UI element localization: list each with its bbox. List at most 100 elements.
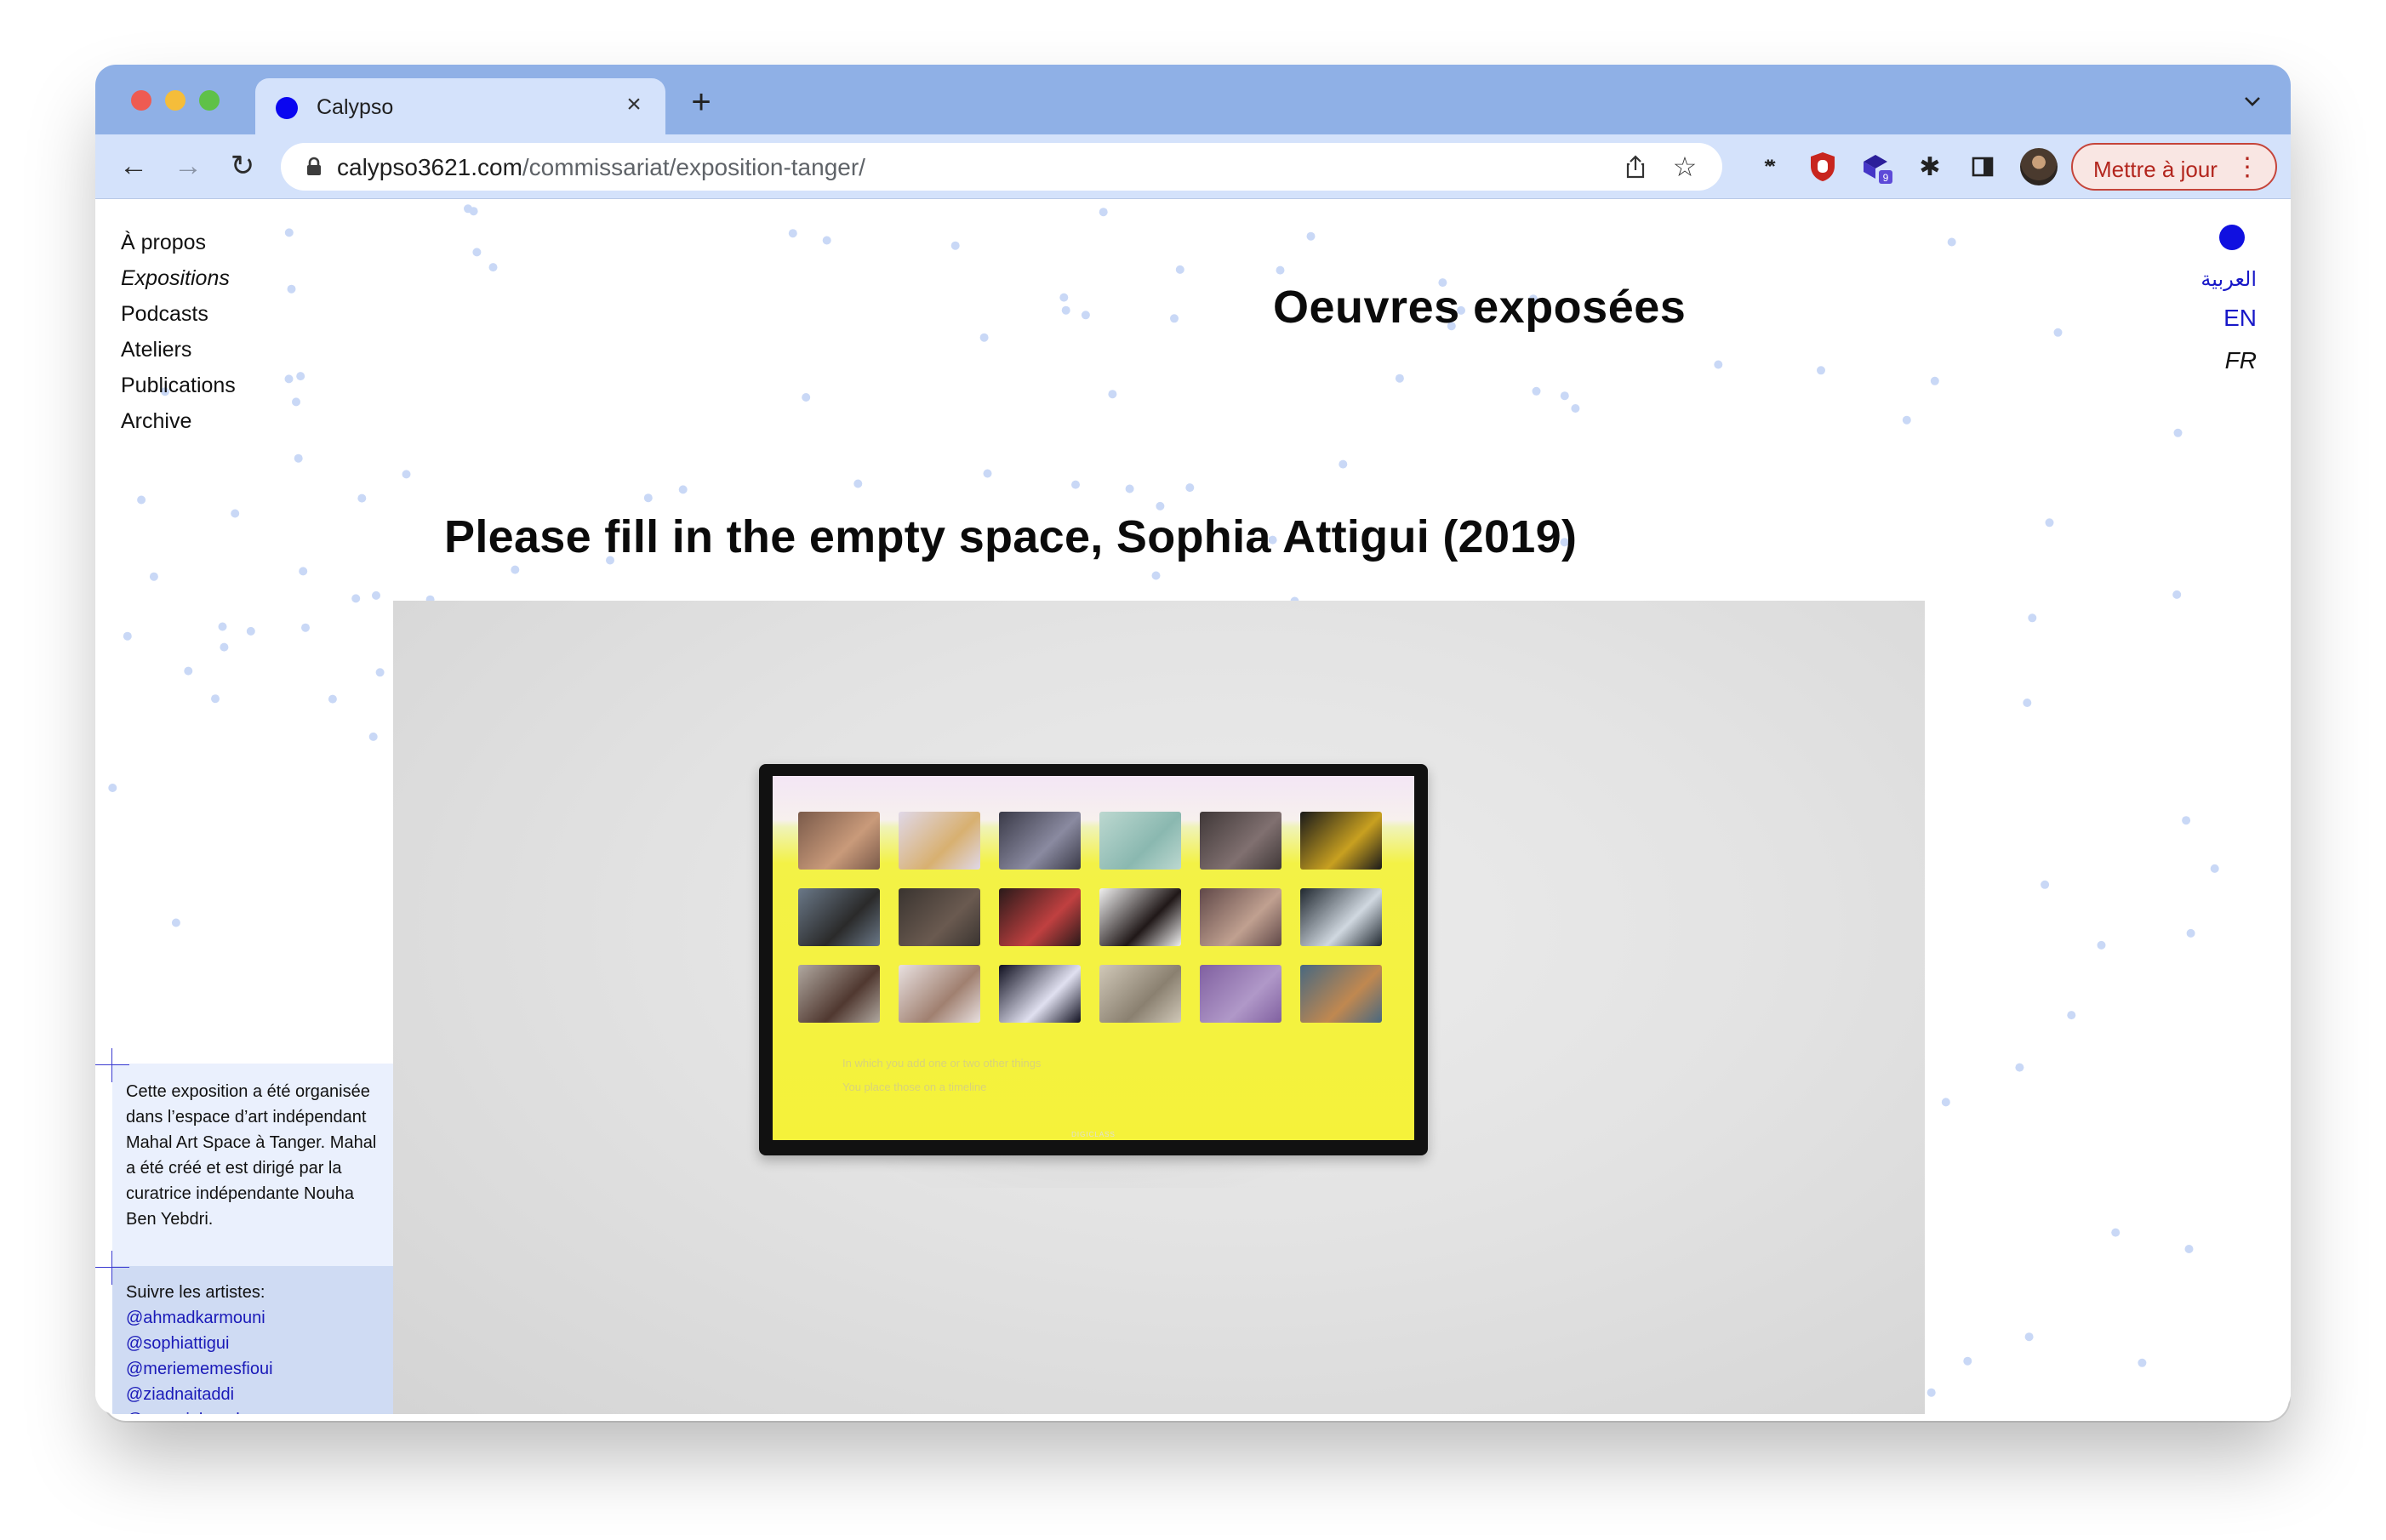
video-thumbnail-grid bbox=[798, 812, 1382, 1023]
artist-link[interactable]: @ahmadkarmouni bbox=[126, 1305, 380, 1331]
video-thumbnail bbox=[1200, 888, 1281, 946]
background-dot bbox=[2041, 880, 2050, 889]
back-button[interactable]: ← bbox=[114, 146, 153, 185]
tab-calypso[interactable]: Calypso × bbox=[255, 78, 665, 134]
nav-item-ateliers[interactable]: Ateliers bbox=[121, 332, 236, 368]
url-text[interactable]: calypso3621.com/commissariat/exposition-… bbox=[337, 154, 865, 181]
background-dot bbox=[979, 333, 989, 342]
background-dot bbox=[402, 470, 411, 479]
video-thumbnail bbox=[1099, 812, 1181, 870]
background-dot bbox=[983, 469, 992, 478]
ublock-icon[interactable] bbox=[1804, 148, 1841, 185]
artist-link[interactable]: @meriememesfioui bbox=[126, 1356, 380, 1382]
artist-link[interactable]: @sophiattigui bbox=[126, 1331, 380, 1356]
background-dot bbox=[1902, 415, 1911, 425]
share-icon[interactable] bbox=[1622, 153, 1649, 180]
background-dot bbox=[246, 626, 255, 636]
nav-item-publications[interactable]: Publications bbox=[121, 368, 236, 403]
background-dot bbox=[822, 236, 831, 245]
address-bar[interactable]: calypso3621.com/commissariat/exposition-… bbox=[281, 143, 1722, 191]
video-thumbnail bbox=[899, 965, 980, 1023]
forward-button[interactable]: → bbox=[168, 146, 208, 185]
star-icon[interactable]: ☆ bbox=[1670, 151, 1700, 182]
tv-screen: In which you add one or two other things… bbox=[773, 776, 1414, 1140]
minimize-window-button[interactable] bbox=[165, 90, 186, 111]
background-dot bbox=[469, 207, 478, 216]
background-dot bbox=[287, 284, 296, 294]
background-dot bbox=[2173, 428, 2183, 437]
background-dot bbox=[375, 668, 385, 677]
extension-icon[interactable]: 9 bbox=[1858, 148, 1896, 185]
background-dot bbox=[1276, 265, 1285, 275]
browser-window: Calypso × + ← → ↻ calypso3621.com/commis… bbox=[95, 65, 2291, 1414]
background-dot bbox=[1061, 305, 1070, 315]
lang-french[interactable]: FR bbox=[2225, 347, 2257, 374]
video-thumbnail bbox=[1300, 965, 1382, 1023]
zoom-window-button[interactable] bbox=[199, 90, 220, 111]
background-dot bbox=[211, 694, 220, 704]
background-dot bbox=[2138, 1358, 2147, 1367]
background-dot bbox=[1156, 501, 1165, 510]
background-dot bbox=[149, 572, 158, 581]
background-dot bbox=[1185, 483, 1195, 493]
work-title: Please fill in the empty space, Sophia A… bbox=[444, 511, 1578, 562]
lock-icon bbox=[307, 157, 321, 175]
background-dot bbox=[1926, 1388, 1936, 1397]
background-dot bbox=[1099, 208, 1108, 217]
stars-extension-icon[interactable]: ** bbox=[1750, 148, 1787, 185]
puzzle-icon[interactable]: ✱ bbox=[1911, 148, 1949, 185]
video-thumbnail bbox=[999, 888, 1081, 946]
background-dot bbox=[488, 263, 498, 272]
background-dot bbox=[1125, 484, 1134, 493]
background-dot bbox=[1170, 314, 1179, 323]
background-dot bbox=[301, 623, 310, 632]
update-button[interactable]: Mettre à jour ⋮ bbox=[2071, 143, 2277, 191]
profile-avatar[interactable] bbox=[2020, 148, 2058, 185]
exhibition-info-box: Cette exposition a été organisée dans l’… bbox=[112, 1064, 393, 1266]
tv-brand-label: DIGICLASS bbox=[1071, 1131, 1116, 1138]
tab-bar: Calypso × + bbox=[95, 65, 2291, 134]
background-dot bbox=[1108, 390, 1117, 399]
nav-item-podcasts[interactable]: Podcasts bbox=[121, 296, 236, 332]
video-thumbnail bbox=[798, 812, 880, 870]
background-dot bbox=[231, 509, 240, 518]
background-dot bbox=[372, 590, 380, 600]
background-dot bbox=[357, 493, 367, 503]
background-dot bbox=[2182, 816, 2191, 825]
background-dot bbox=[2097, 940, 2106, 950]
background-dot bbox=[292, 397, 300, 407]
background-dot bbox=[108, 784, 117, 792]
background-dot bbox=[2210, 864, 2219, 873]
background-dot bbox=[1059, 293, 1069, 302]
tab-close-icon[interactable]: × bbox=[619, 90, 648, 119]
nav-item-archive[interactable]: Archive bbox=[121, 403, 236, 439]
brand-dot-icon[interactable] bbox=[2219, 225, 2245, 250]
close-window-button[interactable] bbox=[131, 90, 151, 111]
background-dot bbox=[368, 732, 378, 741]
video-thumbnail bbox=[1200, 965, 1281, 1023]
lang-arabic[interactable]: العربية bbox=[2200, 267, 2257, 291]
nav-item-propos[interactable]: À propos bbox=[121, 225, 236, 260]
reload-button[interactable]: ↻ bbox=[223, 146, 262, 185]
video-thumbnail bbox=[999, 812, 1081, 870]
menu-dots-icon[interactable]: ⋮ bbox=[2235, 151, 2260, 184]
screen-caption-2: You place those on a timeline bbox=[842, 1081, 987, 1093]
background-dot bbox=[853, 479, 863, 488]
nav-item-expositions[interactable]: Expositions bbox=[121, 260, 236, 296]
new-tab-button[interactable]: + bbox=[684, 85, 718, 121]
video-thumbnail bbox=[1300, 812, 1382, 870]
background-dot bbox=[1175, 265, 1184, 274]
url-path: /commissariat/exposition-tanger/ bbox=[522, 154, 865, 180]
background-dot bbox=[294, 453, 303, 463]
tab-search-chevron-icon[interactable] bbox=[2240, 88, 2265, 114]
artist-link[interactable]: @mouniabouchra bbox=[126, 1407, 380, 1414]
artist-link[interactable]: @ziadnaitaddi bbox=[126, 1382, 380, 1407]
side-panel-icon[interactable] bbox=[1964, 148, 2001, 185]
background-dot bbox=[2024, 1332, 2034, 1342]
lang-english[interactable]: EN bbox=[2223, 305, 2257, 332]
crosshair-mark bbox=[95, 1048, 129, 1082]
background-dot bbox=[284, 374, 294, 384]
favicon-icon bbox=[276, 97, 298, 119]
exhibition-info-text: Cette exposition a été organisée dans l’… bbox=[126, 1082, 377, 1229]
tv-monitor: In which you add one or two other things… bbox=[759, 764, 1428, 1155]
